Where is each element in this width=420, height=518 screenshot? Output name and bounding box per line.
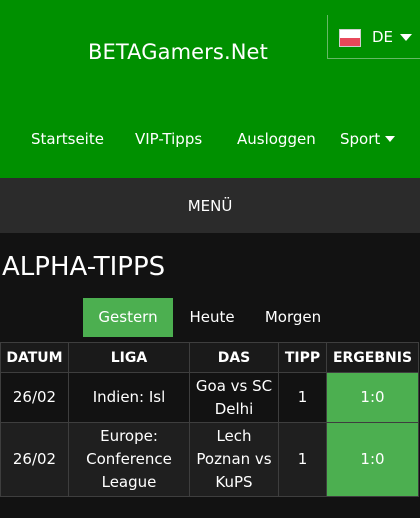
flag-icon [339, 29, 361, 47]
cell-result: 1:0 [326, 422, 419, 497]
nav-sport-dropdown[interactable]: Sport [340, 130, 396, 148]
nav-ausloggen[interactable]: Ausloggen [237, 130, 316, 148]
tab-morgen[interactable]: Morgen [258, 298, 328, 337]
page-title: ALPHA-TIPPS [2, 252, 166, 282]
table-header-row: DATUM LIGA DAS TIPP ERGEBNIS [0, 342, 419, 373]
column-header-result: ERGEBNIS [326, 342, 419, 373]
language-code: DE [372, 28, 394, 46]
cell-tip: 1 [278, 422, 327, 497]
site-title[interactable]: BETAGamers.Net [88, 40, 268, 64]
nav-vip-tipps[interactable]: VIP-Tipps [135, 130, 202, 148]
cell-match: Goa vs SC Delhi [189, 372, 279, 423]
tips-table: DATUM LIGA DAS TIPP ERGEBNIS 26/02 Indie… [0, 342, 419, 497]
tab-heute[interactable]: Heute [180, 298, 244, 337]
chevron-down-icon [400, 34, 412, 41]
menu-label: MENÜ [187, 197, 233, 215]
cell-league: Europe: Conference League [68, 422, 190, 497]
site-header: BETAGamers.Net DE Startseite VIP-Tipps A… [0, 0, 420, 178]
column-header-date: DATUM [0, 342, 69, 373]
nav-sport-label: Sport [340, 130, 381, 148]
chevron-down-icon [385, 136, 396, 142]
cell-league: Indien: Isl [68, 372, 190, 423]
column-header-tip: TIPP [278, 342, 327, 373]
table-row: 26/02 Indien: Isl Goa vs SC Delhi 1 1:0 [0, 372, 419, 423]
cell-date: 26/02 [0, 372, 69, 423]
column-header-match: DAS [189, 342, 279, 373]
cell-result: 1:0 [326, 372, 419, 423]
cell-match: Lech Poznan vs KuPS [189, 422, 279, 497]
tab-gestern[interactable]: Gestern [83, 298, 173, 337]
nav-startseite[interactable]: Startseite [31, 130, 104, 148]
cell-tip: 1 [278, 372, 327, 423]
cell-date: 26/02 [0, 422, 69, 497]
language-selector[interactable]: DE [327, 15, 420, 59]
menu-toggle[interactable]: MENÜ [0, 178, 420, 233]
table-row: 26/02 Europe: Conference League Lech Poz… [0, 422, 419, 497]
column-header-league: LIGA [68, 342, 190, 373]
